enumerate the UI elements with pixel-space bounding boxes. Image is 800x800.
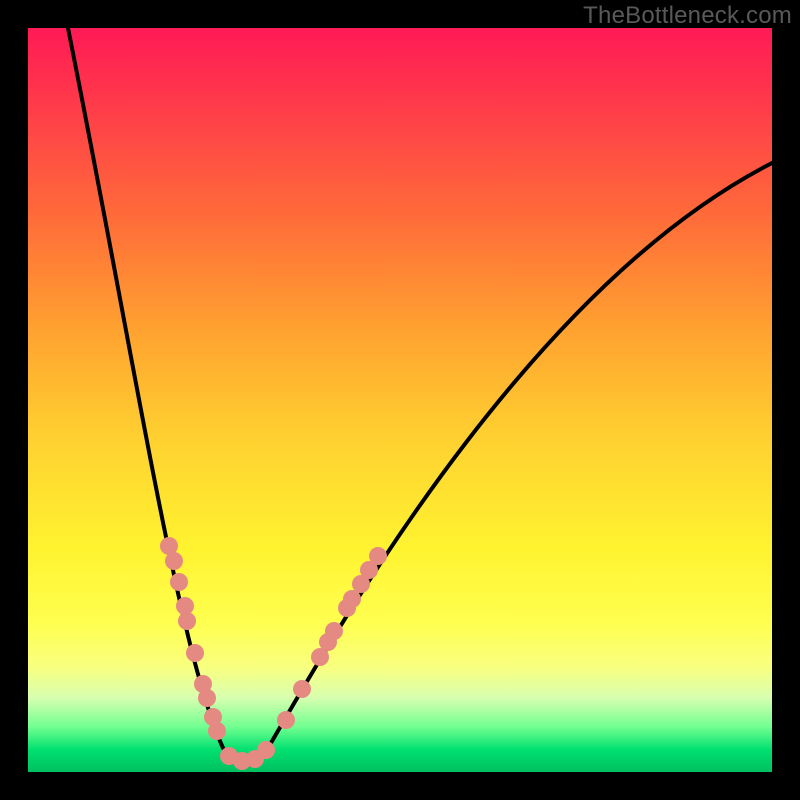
data-marker bbox=[277, 711, 295, 729]
data-marker bbox=[198, 689, 216, 707]
chart-svg bbox=[28, 28, 772, 772]
data-marker bbox=[165, 552, 183, 570]
data-marker bbox=[325, 622, 343, 640]
data-marker bbox=[208, 722, 226, 740]
data-marker bbox=[369, 547, 387, 565]
bottleneck-curve bbox=[68, 28, 772, 761]
data-marker bbox=[186, 644, 204, 662]
data-marker bbox=[178, 612, 196, 630]
data-marker bbox=[170, 573, 188, 591]
data-marker bbox=[257, 741, 275, 759]
watermark-text: TheBottleneck.com bbox=[583, 2, 792, 30]
data-marker bbox=[343, 590, 361, 608]
data-marker bbox=[293, 680, 311, 698]
